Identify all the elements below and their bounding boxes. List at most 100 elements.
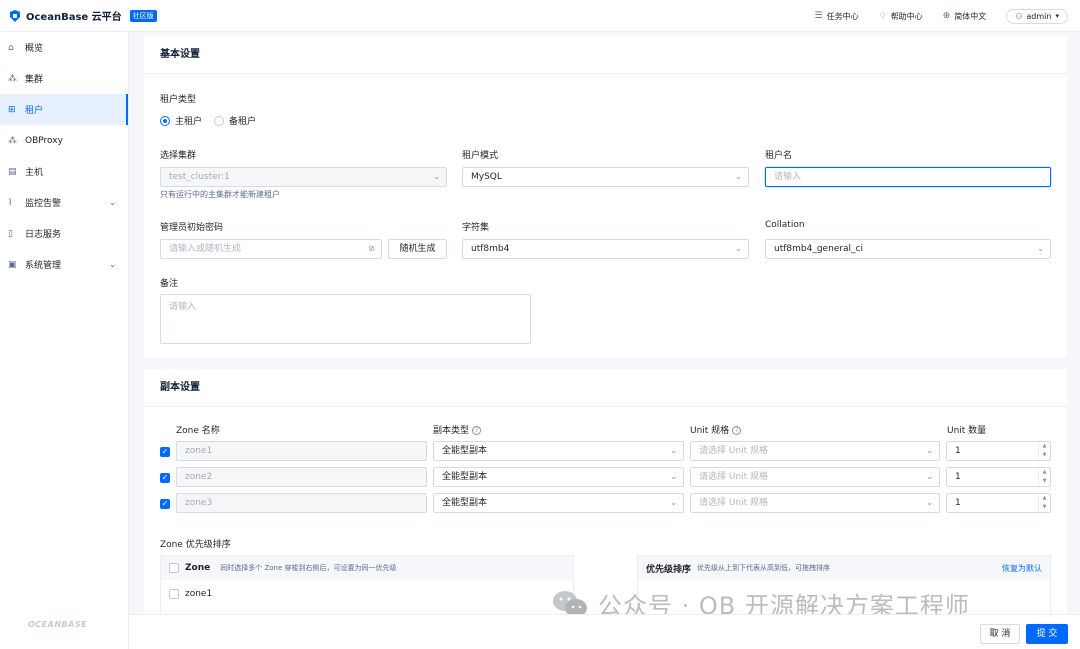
tenant-name-label: 租户名 [765,151,793,161]
sidebar-item-label: 概览 [25,44,44,54]
sidebar-item-obproxy[interactable]: ⁂ OBProxy [0,125,128,156]
list-item[interactable]: zone1 [161,580,573,608]
host-icon: ▤ [8,166,17,177]
chevron-down-icon: ⌄ [109,260,116,269]
collation-value: utf8mb4_general_ci [774,244,863,254]
chevron-down-icon: ⌄ [1037,244,1044,253]
unit-spec-select[interactable]: 请选择 Unit 规格 ⌄ [690,467,940,487]
unit-count-value: 1 [955,472,961,482]
tenant-mode-select[interactable]: MySQL ⌄ [462,167,749,187]
bottom-action-bar: 取 消 提 交 [129,614,1080,649]
left-pane-hint: 同时选择多个 Zone 穿梭到右侧后，可设置为同一优先级 [220,564,397,572]
language-label: 简体中文 [954,11,987,21]
zone-name-input: zone1 [176,441,427,461]
chevron-down-icon: ⌄ [670,446,677,455]
random-generate-button[interactable]: 随机生成 [388,239,447,259]
tenant-mode-label: 租户模式 [462,151,499,161]
charset-select[interactable]: utf8mb4 ⌄ [462,239,749,259]
column-header-unit-spec: Unit 规格? [690,423,742,436]
question-circle-icon[interactable]: ? [472,426,482,435]
unit-count-input[interactable]: 1 ▲ ▼ [946,493,1051,513]
cluster-value: test_cluster:1 [169,172,230,182]
chevron-down-icon: ⌄ [109,198,116,207]
stepper-arrows-icon[interactable]: ▲ ▼ [1038,442,1050,460]
chevron-down-icon: ⌄ [433,172,440,181]
column-header-label: Unit 规格 [690,426,730,436]
radio-label: 备租户 [229,117,257,127]
chevron-down-icon: ⌄ [670,472,677,481]
user-name: admin [1026,11,1052,21]
reset-default-link[interactable]: 恢复为默认 [1002,563,1042,574]
unit-count-value: 1 [955,498,961,508]
replica-type-select[interactable]: 全能型副本 ⌄ [433,441,684,461]
radio-circle [160,115,170,126]
chevron-down-icon: ⌄ [926,446,933,455]
unit-count-input[interactable]: 1 ▲ ▼ [946,441,1051,461]
replica-type-value: 全能型副本 [442,472,488,482]
unit-spec-select[interactable]: 请选择 Unit 规格 ⌄ [690,441,940,461]
cancel-button[interactable]: 取 消 [980,624,1020,644]
row-checkbox[interactable]: ✓ [160,499,170,509]
sidebar-item-log[interactable]: ▯ 日志服务 [0,218,128,249]
charset-label: 字符集 [462,223,490,233]
zone-transfer-left-pane: Zone 同时选择多个 Zone 穿梭到右侧后，可设置为同一优先级 zone1 [160,555,574,615]
radio-standby-tenant[interactable]: 备租户 [214,114,256,127]
radio-circle [214,115,224,126]
select-all-checkbox[interactable] [169,563,179,573]
replica-type-select[interactable]: 全能型副本 ⌄ [433,467,684,487]
password-input[interactable]: 请输入或随机生成 ⊘ [160,239,382,259]
caret-down-icon: ▾ [1055,12,1059,20]
sidebar-item-host[interactable]: ▤ 主机 [0,156,128,187]
task-center-link[interactable]: ☰ 任务中心 [815,11,859,22]
lightbulb-icon: ♢ [878,11,887,21]
chevron-down-icon: ⌄ [670,498,677,507]
language-switch[interactable]: ⊕ 简体中文 [943,11,987,22]
sidebar: ⌂ 概览 ⁂ 集群 ⊞ 租户 ⁂ OBProxy ▤ 主机 ⌇ 监控告警 ⌄ ▯… [0,32,129,649]
sidebar-item-label: 租户 [25,106,44,116]
tenant-icon: ⊞ [8,104,16,115]
cluster-select[interactable]: test_cluster:1 ⌄ [160,167,447,187]
sidebar-item-cluster[interactable]: ⁂ 集群 [0,63,128,94]
password-label: 管理员初始密码 [160,223,224,233]
zone-name-input: zone2 [176,467,427,487]
unit-count-value: 1 [955,446,961,456]
stepper-arrows-icon[interactable]: ▲ ▼ [1038,494,1050,512]
collation-select[interactable]: utf8mb4_general_ci ⌄ [765,239,1051,259]
sidebar-item-overview[interactable]: ⌂ 概览 [0,32,128,63]
zone-name: zone2 [185,472,213,482]
chevron-down-icon: ⌄ [735,172,742,181]
help-center-link[interactable]: ♢ 帮助中心 [879,11,923,22]
zone-name: zone3 [185,498,213,508]
eye-invisible-icon[interactable]: ⊘ [368,240,375,258]
stepper-arrows-icon[interactable]: ▲ ▼ [1038,468,1050,486]
replica-type-select[interactable]: 全能型副本 ⌄ [433,493,684,513]
unit-spec-select[interactable]: 请选择 Unit 规格 ⌄ [690,493,940,513]
row-checkbox[interactable]: ✓ [160,473,170,483]
sidebar-item-system[interactable]: ▣ 系统管理 ⌄ [0,249,128,280]
item-checkbox[interactable] [169,589,179,599]
column-header-zone: Zone 名称 [176,426,220,436]
submit-button[interactable]: 提 交 [1026,624,1068,644]
unit-count-input[interactable]: 1 ▲ ▼ [946,467,1051,487]
sidebar-item-label: 系统管理 [25,261,62,271]
radio-primary-tenant[interactable]: 主租户 [160,114,202,127]
zone-priority-title: Zone 优先级排序 [160,540,231,550]
section-title: 基本设置 [144,36,1067,74]
remark-textarea[interactable]: 请输入 [160,294,531,344]
question-circle-icon[interactable]: ? [732,426,742,435]
left-pane-header: Zone 同时选择多个 Zone 穿梭到右侧后，可设置为同一优先级 [161,556,573,580]
tenant-name-input[interactable]: 请输入 [765,167,1051,187]
user-menu-button[interactable]: ⚇ admin ▾ [1006,8,1068,24]
replica-type-value: 全能型副本 [442,446,488,456]
charset-value: utf8mb4 [471,244,510,254]
row-checkbox[interactable]: ✓ [160,447,170,457]
left-pane-title: Zone [185,563,211,573]
globe-icon: ⊕ [942,11,951,21]
logo[interactable]: OceanBase 云平台 社区版 [8,8,157,23]
sidebar-item-monitor[interactable]: ⌇ 监控告警 ⌄ [0,187,128,218]
unit-spec-placeholder: 请选择 Unit 规格 [699,498,769,508]
unit-spec-placeholder: 请选择 Unit 规格 [699,446,769,456]
cluster-label: 选择集群 [160,151,197,161]
cluster-hint: 只有运行中的主集群才能新建租户 [160,190,280,199]
sidebar-item-tenant[interactable]: ⊞ 租户 [0,94,128,125]
